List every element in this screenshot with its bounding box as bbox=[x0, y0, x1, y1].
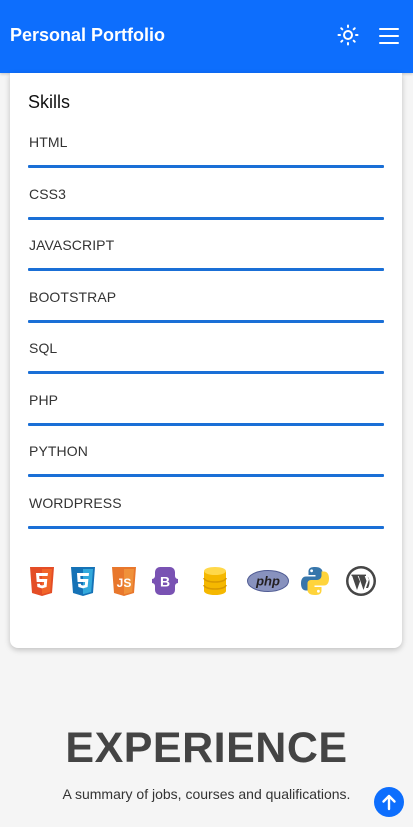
experience-title: EXPERIENCE bbox=[65, 724, 348, 772]
skill-name: BOOTSTRAP bbox=[29, 289, 117, 305]
skills-card: Skills HTML CSS3 JAVASCRIPT BOOTSTRAP SQ… bbox=[10, 73, 402, 648]
skill-bar bbox=[28, 217, 384, 220]
css3-icon bbox=[66, 564, 100, 598]
html5-icon bbox=[25, 564, 59, 598]
skill-bar bbox=[28, 268, 384, 271]
skill-bar bbox=[28, 526, 384, 529]
skill-name: SQL bbox=[29, 340, 58, 356]
arrow-up-icon bbox=[382, 794, 396, 811]
skills-title: Skills bbox=[28, 92, 71, 112]
skill-bar bbox=[28, 423, 384, 426]
experience-subtitle: A summary of jobs, courses and qualifica… bbox=[62, 786, 351, 802]
skill-name: CSS3 bbox=[29, 186, 66, 202]
back-to-top-button[interactable] bbox=[374, 787, 404, 817]
javascript-icon: JS bbox=[107, 564, 141, 598]
skill-bar bbox=[28, 165, 384, 168]
python-icon bbox=[298, 564, 332, 598]
bootstrap-icon: B bbox=[148, 564, 182, 598]
skill-sql: SQL bbox=[28, 340, 384, 374]
skill-bar bbox=[28, 474, 384, 477]
svg-text:B: B bbox=[160, 574, 170, 590]
svg-text:JS: JS bbox=[117, 576, 132, 590]
skill-name: PHP bbox=[29, 392, 59, 408]
php-icon: php bbox=[241, 564, 295, 598]
navbar: Personal Portfolio bbox=[0, 0, 413, 73]
sun-icon[interactable] bbox=[337, 24, 359, 46]
skill-name: WORDPRESS bbox=[29, 495, 122, 511]
skill-css3: CSS3 bbox=[28, 186, 384, 220]
skill-bootstrap: BOOTSTRAP bbox=[28, 289, 384, 323]
skill-wordpress: WORDPRESS bbox=[28, 495, 384, 529]
skill-bar bbox=[28, 320, 384, 323]
brand-title[interactable]: Personal Portfolio bbox=[10, 25, 165, 46]
skill-python: PYTHON bbox=[28, 443, 384, 477]
skill-name: HTML bbox=[29, 134, 68, 150]
wordpress-icon bbox=[344, 564, 378, 598]
skill-php: PHP bbox=[28, 392, 384, 426]
skill-name: JAVASCRIPT bbox=[29, 237, 115, 253]
hamburger-menu-icon[interactable] bbox=[378, 25, 400, 47]
skill-javascript: JAVASCRIPT bbox=[28, 237, 384, 271]
skill-html: HTML bbox=[28, 134, 384, 168]
skill-name: PYTHON bbox=[29, 443, 88, 459]
skill-bar bbox=[28, 371, 384, 374]
database-icon bbox=[198, 564, 232, 598]
svg-text:php: php bbox=[255, 574, 280, 589]
